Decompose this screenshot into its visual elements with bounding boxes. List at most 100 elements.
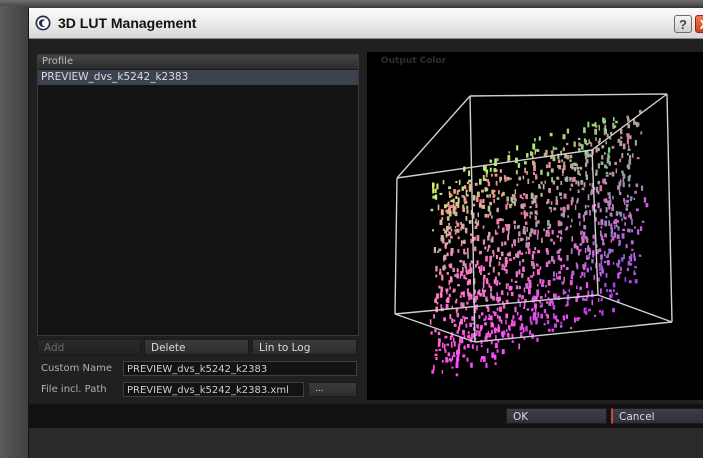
lut-point [457, 236, 460, 240]
lut-point [443, 345, 446, 350]
lut-point [448, 191, 451, 195]
close-button[interactable]: X [695, 15, 703, 33]
lut-point [615, 292, 618, 295]
profile-column-header[interactable]: Profile [38, 55, 358, 70]
lut-point [493, 199, 495, 204]
lut-point [629, 135, 632, 140]
lut-point [606, 133, 609, 138]
lut-point [508, 251, 511, 257]
lut-point [535, 263, 538, 267]
lut-point [550, 168, 554, 173]
lut-point [523, 306, 526, 309]
lut-point [631, 248, 634, 251]
lut-point [500, 251, 504, 257]
lut-point [468, 268, 471, 274]
lut-point [438, 338, 441, 343]
lut-point [596, 249, 599, 255]
lut-point [583, 127, 586, 134]
lut-point [536, 234, 539, 240]
lut-point [521, 259, 525, 263]
browse-button[interactable]: ... [308, 382, 357, 397]
lut-point [469, 263, 472, 268]
lut-point [622, 143, 626, 150]
lut-point [498, 190, 500, 195]
lut-point [516, 311, 519, 316]
add-button[interactable]: Add [37, 339, 141, 355]
lut-point [463, 195, 465, 200]
lut-point [597, 182, 600, 185]
delete-button[interactable]: Delete [144, 339, 249, 355]
lut-point [518, 317, 522, 320]
lut-point [516, 226, 520, 229]
lut-point [467, 253, 469, 259]
lut-point [597, 163, 600, 169]
lut-point [626, 118, 630, 122]
lut-point [486, 188, 489, 192]
lut-point [604, 198, 608, 203]
custom-name-field[interactable]: PREVIEW_dvs_k5242_k2383 [123, 361, 357, 376]
lut-point [468, 279, 471, 285]
lut-point [499, 257, 502, 261]
lut-point [469, 322, 473, 327]
lut-point [579, 275, 582, 279]
file-path-field[interactable]: PREVIEW_dvs_k5242_k2383.xml [123, 382, 304, 397]
lut-point [453, 323, 457, 327]
lut-point [565, 304, 568, 307]
lut-point [495, 335, 497, 340]
lut-point [482, 199, 485, 204]
list-item[interactable]: PREVIEW_dvs_k5242_k2383 [38, 70, 358, 85]
lut-point [602, 118, 606, 124]
lut-point [570, 248, 573, 254]
lut-point [458, 179, 461, 185]
lut-point [451, 355, 454, 361]
lut-point [560, 221, 563, 226]
lut-point [584, 139, 587, 145]
lut-point [621, 153, 624, 159]
lut-point [497, 314, 499, 319]
window-title: 3D LUT Management [58, 15, 197, 31]
lut-point [549, 300, 552, 306]
lut-point [600, 259, 603, 266]
lut-point [488, 283, 491, 288]
lut-point [430, 331, 433, 335]
lut-point [486, 279, 489, 285]
lut-point [448, 231, 452, 236]
lut-point [450, 194, 453, 197]
lut-point [556, 185, 559, 190]
lut-point [634, 265, 637, 269]
browse-button-label: ... [315, 384, 324, 394]
lut-point [623, 200, 626, 205]
lut-point [551, 229, 554, 235]
lut-point [558, 275, 561, 280]
lut-point [591, 258, 594, 264]
lut-point [449, 314, 452, 320]
lut-point [565, 267, 569, 270]
lut-point [588, 154, 592, 158]
lut-point [553, 271, 555, 277]
lut-point [633, 270, 636, 273]
lut-point [513, 239, 516, 244]
lut-point [494, 229, 497, 235]
lut-point [455, 362, 459, 369]
lut-point [489, 261, 492, 267]
lut-point [524, 221, 528, 225]
lut-point [494, 158, 497, 163]
title-bar[interactable]: 3D LUT Management ? X [29, 8, 703, 39]
lut-point [614, 161, 617, 165]
help-button[interactable]: ? [674, 15, 692, 33]
lut-point [586, 255, 588, 259]
ok-button[interactable]: OK [506, 408, 607, 424]
lut-point [620, 136, 623, 139]
close-icon: X [700, 17, 703, 32]
cancel-button[interactable]: Cancel [611, 408, 703, 424]
lut-point [526, 153, 529, 158]
lut-point [626, 115, 629, 119]
lin-to-log-button[interactable]: Lin to Log [252, 339, 357, 355]
lut-point [552, 305, 556, 310]
output-color-viewer[interactable]: Output Color [367, 52, 703, 400]
lut-point [552, 146, 555, 151]
lut-point [569, 188, 572, 191]
lut-point [465, 277, 468, 280]
lut-point [611, 293, 613, 298]
lut-point [500, 290, 504, 296]
